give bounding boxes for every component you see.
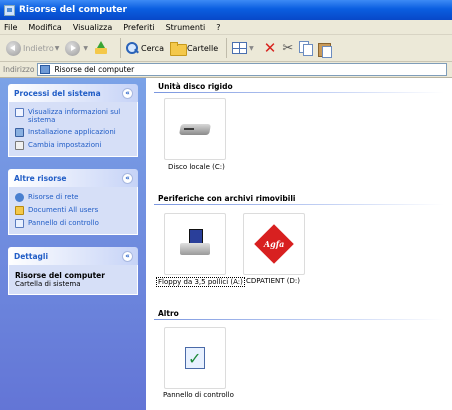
menu-bar: File Modifica Visualizza Preferiti Strum… — [0, 20, 452, 35]
cdpatient-d-tile[interactable]: Agfa — [243, 213, 305, 275]
address-label: Indirizzo — [3, 65, 35, 74]
address-value: Risorse del computer — [54, 65, 135, 74]
agfa-logo-icon: Agfa — [254, 224, 294, 264]
details-type: Cartella di sistema — [15, 280, 81, 288]
section-hard-drives-title: Unità disco rigido — [158, 82, 233, 91]
section-other-title: Altro — [158, 309, 179, 318]
computer-icon — [4, 4, 15, 16]
menu-file[interactable]: File — [4, 23, 17, 32]
folder-up-icon — [94, 41, 108, 55]
task-label: Pannello di controllo — [28, 219, 99, 227]
menu-visualizza[interactable]: Visualizza — [73, 23, 112, 32]
task-label: Documenti All users — [28, 206, 99, 214]
system-tasks-header[interactable]: Processi del sistema « — [8, 84, 138, 102]
hard-drive-icon — [180, 121, 210, 137]
task-label: Risorse di rete — [28, 193, 79, 201]
local-disk-c-label[interactable]: Disco locale (C:) — [168, 163, 225, 171]
back-label: Indietro — [23, 43, 54, 53]
control-panel-label[interactable]: Pannello di controllo — [163, 391, 234, 399]
copy-icon[interactable] — [299, 41, 314, 56]
menu-help[interactable]: ? — [216, 23, 220, 32]
window-title: Risorse del computer — [19, 5, 127, 15]
other-places-title: Altre risorse — [14, 173, 67, 183]
collapse-chevron-icon[interactable]: « — [122, 172, 133, 184]
menu-strumenti[interactable]: Strumenti — [166, 23, 206, 32]
back-arrow-icon — [6, 40, 21, 56]
documents-folder-icon — [15, 206, 24, 215]
toolbar-separator — [120, 38, 122, 58]
link-shared-documents[interactable]: Documenti All users — [15, 206, 131, 215]
task-label: Cambia impostazioni — [28, 141, 102, 149]
network-icon — [15, 193, 24, 202]
chevron-down-icon: ▼ — [249, 44, 254, 52]
folder-icon — [169, 42, 187, 56]
paste-icon[interactable] — [318, 41, 333, 58]
floppy-a-label[interactable]: Floppy da 3,5 pollici (A:) — [156, 277, 245, 287]
system-info-icon — [15, 108, 24, 117]
search-button[interactable]: Cerca — [126, 41, 164, 55]
cut-icon[interactable]: ✂ — [282, 42, 293, 55]
collapse-chevron-icon[interactable]: « — [122, 250, 133, 262]
views-button[interactable]: ▼ — [232, 42, 254, 54]
details-group: Dettagli « Risorse del computer Cartella… — [8, 247, 138, 295]
collapse-chevron-icon[interactable]: « — [122, 87, 133, 99]
floppy-a-tile[interactable] — [164, 213, 226, 275]
task-pane: Processi del sistema « Visualizza inform… — [0, 78, 146, 410]
details-name: Risorse del computer — [15, 271, 105, 280]
task-view-system-info[interactable]: Visualizza informazioni sul sistema — [15, 108, 131, 124]
back-button[interactable]: Indietro ▼ — [6, 40, 60, 56]
other-places-group: Altre risorse « Risorse di rete Document… — [8, 169, 138, 235]
forward-button[interactable]: ▼ — [65, 40, 89, 56]
other-places-body: Risorse di rete Documenti All users Pann… — [8, 187, 138, 235]
details-title: Dettagli — [14, 251, 49, 261]
delete-icon[interactable]: ✕ — [264, 40, 277, 56]
folders-button[interactable]: Cartelle — [169, 42, 219, 56]
section-removable-title: Periferiche con archivi rimovibili — [158, 194, 296, 203]
install-programs-icon — [15, 128, 24, 137]
control-panel-tile[interactable] — [164, 327, 226, 389]
toolbar-separator — [226, 38, 228, 58]
link-control-panel[interactable]: Pannello di controllo — [15, 219, 131, 228]
search-label: Cerca — [141, 43, 164, 53]
task-label: Installazione applicazioni — [28, 128, 116, 136]
local-disk-c-tile[interactable] — [164, 98, 226, 160]
cdpatient-d-label[interactable]: CDPATIENT (D:) — [246, 277, 300, 285]
settings-icon — [15, 141, 24, 150]
task-add-remove-programs[interactable]: Installazione applicazioni — [15, 128, 131, 137]
floppy-drive-icon — [180, 229, 210, 259]
control-panel-icon — [15, 219, 24, 228]
system-tasks-group: Processi del sistema « Visualizza inform… — [8, 84, 138, 157]
menu-preferiti[interactable]: Preferiti — [123, 23, 154, 32]
details-body: Risorse del computer Cartella di sistema — [8, 265, 138, 295]
address-field[interactable]: Risorse del computer — [37, 63, 448, 76]
section-divider — [154, 92, 444, 93]
system-tasks-body: Visualizza informazioni sul sistema Inst… — [8, 102, 138, 157]
views-icon — [232, 42, 248, 54]
task-label: Visualizza informazioni sul sistema — [28, 108, 121, 124]
details-header[interactable]: Dettagli « — [8, 247, 138, 265]
system-tasks-title: Processi del sistema — [14, 88, 101, 98]
control-panel-icon — [182, 345, 208, 371]
folders-label: Cartelle — [186, 43, 219, 53]
up-button[interactable] — [94, 41, 112, 55]
chevron-down-icon: ▼ — [83, 44, 89, 52]
link-network-places[interactable]: Risorse di rete — [15, 193, 131, 202]
chevron-down-icon: ▼ — [54, 44, 60, 52]
section-divider — [154, 319, 444, 320]
content-area: Unità disco rigido Disco locale (C:) Per… — [146, 78, 452, 410]
other-places-header[interactable]: Altre risorse « — [8, 169, 138, 187]
title-bar[interactable]: Risorse del computer — [0, 0, 452, 20]
menu-modifica[interactable]: Modifica — [28, 23, 61, 32]
task-change-settings[interactable]: Cambia impostazioni — [15, 141, 131, 150]
section-divider — [154, 204, 444, 205]
forward-arrow-icon — [65, 40, 81, 56]
search-icon — [126, 41, 139, 55]
toolbar: Indietro ▼ ▼ Cerca Cartelle ▼ ✕ ✂ — [0, 35, 452, 62]
agfa-logo-text: Agfa — [263, 239, 285, 249]
address-bar: Indirizzo Risorse del computer — [0, 62, 452, 78]
computer-icon — [40, 65, 51, 74]
